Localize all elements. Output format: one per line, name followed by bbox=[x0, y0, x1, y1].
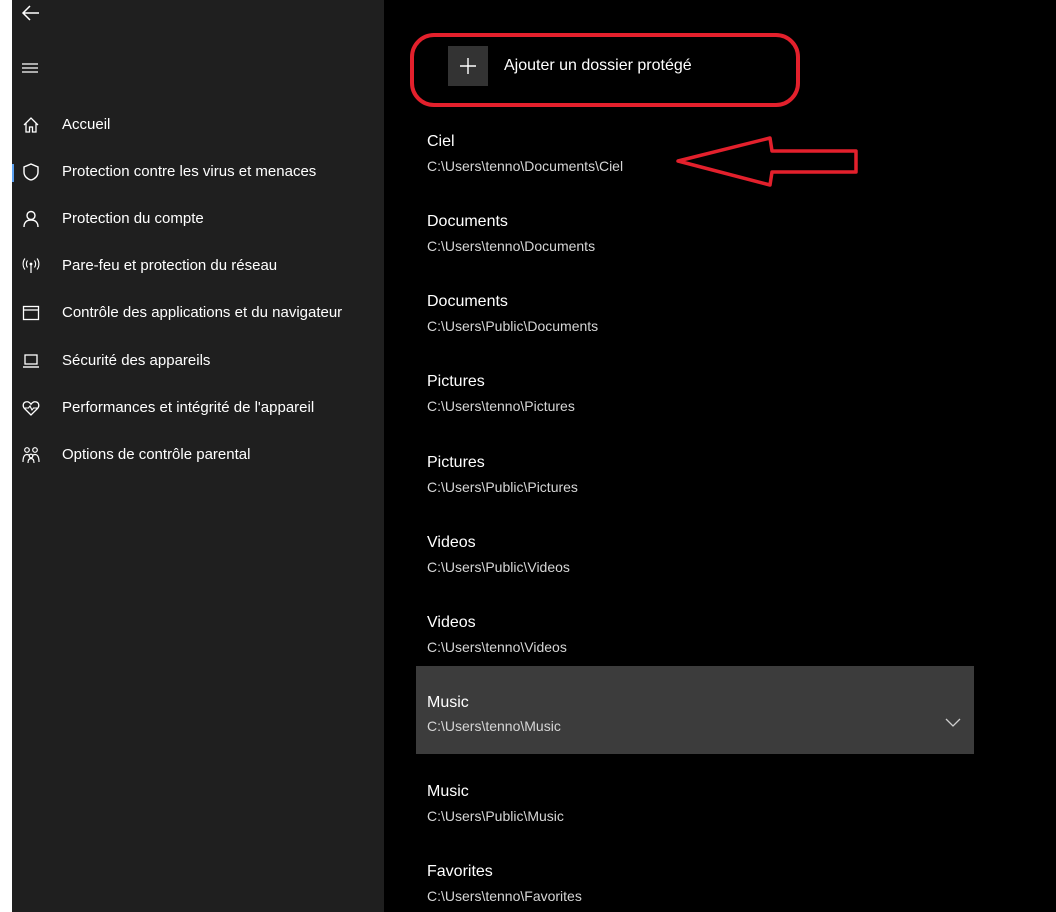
antenna-icon bbox=[22, 258, 40, 273]
heart-pulse-icon bbox=[22, 401, 40, 416]
plus-icon-box bbox=[448, 46, 488, 86]
folder-item-music-public[interactable]: Music C:\Users\Public\Music bbox=[416, 772, 974, 860]
family-icon bbox=[22, 447, 40, 464]
active-indicator bbox=[12, 164, 14, 182]
sidebar: Accueil Protection contre les virus et m… bbox=[12, 0, 384, 912]
folder-path: C:\Users\tenno\Documents\Ciel bbox=[427, 158, 624, 174]
plus-icon bbox=[460, 58, 476, 74]
hamburger-icon bbox=[22, 63, 38, 73]
sidebar-item-label: Protection contre les virus et menaces bbox=[62, 163, 317, 180]
folder-name: Documents bbox=[427, 213, 508, 230]
folder-item-pictures-public[interactable]: Pictures C:\Users\Public\Pictures bbox=[416, 443, 974, 531]
sidebar-item-label: Protection du compte bbox=[62, 210, 204, 227]
folder-item-favorites[interactable]: Favorites C:\Users\tenno\Favorites bbox=[416, 852, 974, 912]
folder-path: C:\Users\tenno\Videos bbox=[427, 639, 567, 655]
back-button[interactable] bbox=[20, 2, 42, 24]
sidebar-item-label: Performances et intégrité de l'appareil bbox=[62, 399, 315, 416]
folder-name: Pictures bbox=[427, 373, 485, 390]
sidebar-item-securite-appareils[interactable]: Sécurité des appareils bbox=[12, 341, 384, 381]
sidebar-item-label: Sécurité des appareils bbox=[62, 352, 211, 369]
sidebar-item-pare-feu[interactable]: Pare-feu et protection du réseau bbox=[12, 246, 384, 286]
folder-name: Videos bbox=[427, 534, 476, 551]
sidebar-item-label: Options de contrôle parental bbox=[62, 446, 251, 463]
folder-name: Pictures bbox=[427, 454, 485, 471]
folder-path: C:\Users\Public\Documents bbox=[427, 318, 599, 334]
hamburger-menu-button[interactable] bbox=[20, 58, 42, 80]
folder-item-documents-tenno[interactable]: Documents C:\Users\tenno\Documents bbox=[416, 202, 974, 290]
folder-path: C:\Users\Public\Pictures bbox=[427, 479, 578, 495]
sidebar-item-controle-applications[interactable]: Contrôle des applications et du navigate… bbox=[12, 293, 384, 333]
folder-item-ciel[interactable]: Ciel C:\Users\tenno\Documents\Ciel bbox=[416, 122, 974, 210]
sidebar-item-label: Contrôle des applications et du navigate… bbox=[62, 304, 343, 321]
shield-icon bbox=[23, 163, 39, 181]
folder-item-documents-public[interactable]: Documents C:\Users\Public\Documents bbox=[416, 282, 974, 370]
sidebar-item-performances[interactable]: Performances et intégrité de l'appareil bbox=[12, 388, 384, 428]
folder-name: Ciel bbox=[427, 133, 455, 150]
chevron-down-icon[interactable] bbox=[944, 716, 962, 728]
folder-path: C:\Users\tenno\Documents bbox=[427, 238, 596, 254]
sidebar-item-controle-parental[interactable]: Options de contrôle parental bbox=[12, 435, 384, 475]
folder-item-videos-public[interactable]: Videos C:\Users\Public\Videos bbox=[416, 523, 974, 611]
folder-path: C:\Users\tenno\Favorites bbox=[427, 888, 582, 904]
folder-path: C:\Users\Public\Music bbox=[427, 808, 564, 824]
sidebar-item-protection-compte[interactable]: Protection du compte bbox=[12, 199, 384, 239]
folder-name: Documents bbox=[427, 293, 508, 310]
sidebar-item-accueil[interactable]: Accueil bbox=[12, 105, 384, 145]
laptop-icon bbox=[23, 354, 39, 368]
sidebar-item-protection-virus[interactable]: Protection contre les virus et menaces bbox=[12, 152, 384, 192]
folder-item-music-tenno[interactable]: Music C:\Users\tenno\Music bbox=[416, 666, 974, 754]
folder-path: C:\Users\tenno\Music bbox=[427, 718, 561, 734]
home-icon bbox=[23, 117, 39, 133]
add-protected-folder-button[interactable]: Ajouter un dossier protégé bbox=[448, 46, 748, 86]
app-window: Accueil Protection contre les virus et m… bbox=[12, 0, 1056, 912]
sidebar-item-label: Accueil bbox=[62, 116, 111, 133]
sidebar-item-label: Pare-feu et protection du réseau bbox=[62, 257, 278, 274]
person-icon bbox=[23, 210, 39, 228]
folder-name: Music bbox=[427, 783, 469, 800]
folder-name: Music bbox=[427, 694, 469, 711]
folder-path: C:\Users\Public\Videos bbox=[427, 559, 570, 575]
folder-name: Videos bbox=[427, 614, 476, 631]
browser-window-icon bbox=[22, 305, 40, 321]
folder-path: C:\Users\tenno\Pictures bbox=[427, 398, 575, 414]
back-arrow-icon bbox=[21, 5, 39, 21]
folder-name: Favorites bbox=[427, 863, 493, 880]
folder-item-pictures-tenno[interactable]: Pictures C:\Users\tenno\Pictures bbox=[416, 362, 974, 450]
add-folder-label: Ajouter un dossier protégé bbox=[504, 57, 692, 74]
